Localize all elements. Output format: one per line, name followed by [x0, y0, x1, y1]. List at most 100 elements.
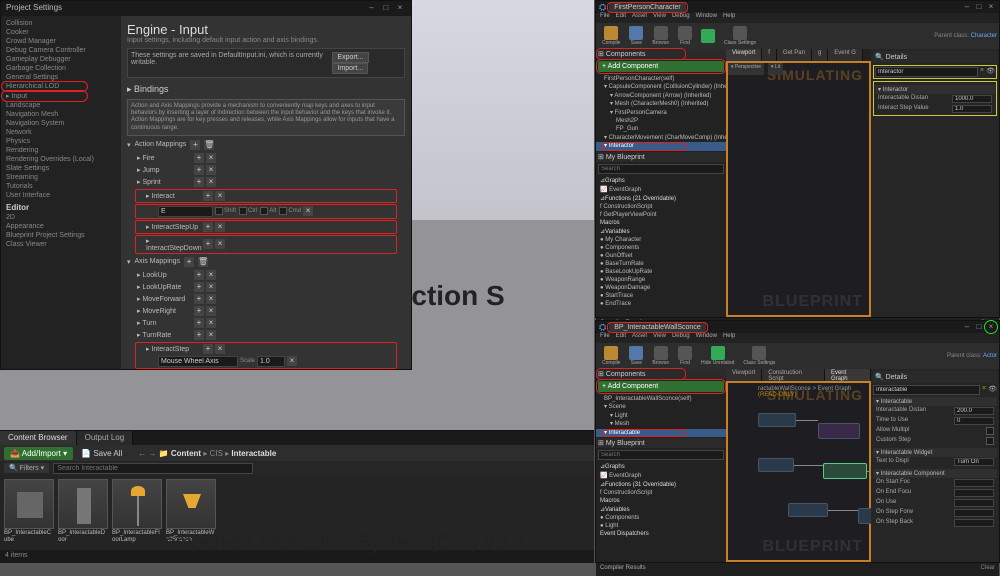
action-name[interactable]: ▸ InteractStepDown	[146, 237, 201, 252]
close-icon[interactable]: ×	[394, 3, 406, 12]
breadcrumb[interactable]: ← → 📁 Content ▸ CIS ▸ Interactable	[138, 449, 276, 458]
remove-icon[interactable]: ×	[206, 318, 216, 328]
graph-node[interactable]	[858, 508, 871, 524]
remove-icon[interactable]: ×	[206, 165, 216, 175]
axis-name[interactable]: ▸ Turn	[137, 319, 192, 327]
export-button[interactable]: Export...	[332, 52, 368, 63]
add-component-button[interactable]: + Add Component	[598, 381, 724, 392]
myblueprint-item[interactable]: ● GunOffset	[596, 252, 726, 260]
add-key-icon[interactable]: +	[203, 344, 213, 354]
component-node[interactable]: ▾ Mesh (CharacterMesh0) (Inherited)	[596, 100, 726, 108]
myblueprint-item[interactable]: ● BaseLookUpRate	[596, 268, 726, 276]
add-key-icon[interactable]: +	[194, 165, 204, 175]
component-node[interactable]: ▾ CapsuleComponent (CollisionCylinder) (…	[596, 83, 726, 91]
close-icon[interactable]: ×	[986, 2, 996, 12]
trash-icon[interactable]: 🗑	[204, 140, 214, 150]
property-input[interactable]	[954, 407, 994, 415]
myblueprint-item[interactable]: ● My Character	[596, 236, 726, 244]
toolbar-class-settings[interactable]: Class Settings	[720, 25, 760, 47]
myblueprint-item[interactable]: ● WeaponDamage	[596, 284, 726, 292]
property-input[interactable]	[952, 95, 992, 103]
component-root[interactable]: FirstPersonCharacter(self)	[596, 75, 726, 83]
axis-name[interactable]: ▸ LookUp	[137, 271, 192, 279]
remove-icon[interactable]: ×	[206, 153, 216, 163]
asset-item[interactable]: BP_InteractableCube	[4, 479, 54, 543]
add-import-button[interactable]: 📥 Add/Import ▾	[4, 447, 73, 460]
viewport-tab[interactable]: Event G	[828, 49, 863, 61]
remove-icon[interactable]: ×	[215, 344, 225, 354]
remove-icon[interactable]: ×	[206, 306, 216, 316]
component-tree[interactable]: FirstPersonCharacter(self)▾ CapsuleCompo…	[596, 74, 726, 152]
sidebar-item-navigation-system[interactable]: Navigation System	[4, 119, 118, 128]
add-key-icon[interactable]: +	[194, 153, 204, 163]
scale-input[interactable]	[257, 356, 285, 367]
component-node[interactable]: ▾ Interactor	[596, 142, 726, 150]
myblueprint-item[interactable]: ● EndTrace	[596, 300, 726, 308]
component-node[interactable]: ▾ Scene	[596, 403, 726, 411]
sidebar-item-appearance[interactable]: Appearance	[4, 222, 118, 231]
sidebar-item-garbage-collection[interactable]: Garbage Collection	[4, 64, 118, 73]
menu-view[interactable]: View	[653, 13, 666, 23]
menu-bar[interactable]: FileEditAssetViewDebugWindowHelp	[596, 13, 999, 23]
viewport-tab[interactable]: f	[762, 49, 777, 61]
myblueprint-item[interactable]: 📈 EventGraph	[596, 471, 726, 480]
clear-search-icon[interactable]: ×	[980, 67, 984, 77]
toolbar-compile[interactable]: Compile	[598, 345, 624, 367]
myblueprint-item[interactable]: ● Components	[596, 244, 726, 252]
component-tree[interactable]: BP_InteractableWallSconce(self)▾ Scene▾ …	[596, 394, 726, 438]
details-options-icon[interactable]: 👁	[988, 385, 997, 395]
sidebar-item-2d[interactable]: 2D	[4, 213, 118, 222]
modifier-checkbox[interactable]	[260, 207, 268, 215]
toolbar-class-settings[interactable]: Class Settings	[739, 345, 779, 367]
remove-icon[interactable]: ×	[303, 206, 313, 216]
action-name[interactable]: ▸ Fire	[137, 154, 192, 162]
menu-file[interactable]: File	[600, 333, 610, 343]
sidebar-item-landscape[interactable]: Landscape	[4, 101, 118, 110]
viewport-tab[interactable]: Viewport	[726, 369, 762, 381]
maximize-icon[interactable]: □	[974, 2, 984, 12]
parent-class-link[interactable]: Character	[971, 33, 997, 39]
myblueprint-item[interactable]: Macros	[596, 219, 726, 227]
viewport-tab[interactable]: Construction Script	[762, 369, 825, 381]
myblueprint-item[interactable]: ● WeaponRange	[596, 276, 726, 284]
property-checkbox[interactable]	[986, 437, 994, 445]
axis-name[interactable]: ▸ MoveForward	[137, 295, 192, 303]
property-input[interactable]	[954, 479, 994, 487]
component-node[interactable]: ▾ CharacterMovement (CharMoveComp) (Inhe…	[596, 134, 726, 142]
viewport-tab[interactable]: g	[812, 49, 828, 61]
sidebar-item-rendering[interactable]: Rendering	[4, 146, 118, 155]
myblueprint-item[interactable]: ● StartTrace	[596, 292, 726, 300]
menu-window[interactable]: Window	[696, 333, 717, 343]
viewport-perspective-button[interactable]: ▾ Perspective	[728, 63, 764, 75]
viewport-tab[interactable]: Viewport	[726, 49, 762, 61]
myblueprint-item[interactable]: ● Light	[596, 522, 726, 530]
blueprint-viewport[interactable]: ViewportfGet PangEvent G ▾ Perspective▾ …	[726, 49, 871, 317]
menu-edit[interactable]: Edit	[616, 333, 626, 343]
graph-nodes[interactable]	[748, 403, 849, 540]
property-input[interactable]	[954, 509, 994, 517]
menu-edit[interactable]: Edit	[616, 13, 626, 23]
sidebar-item-hierarchical-lod[interactable]: Hierarchical LOD	[4, 82, 118, 91]
myblueprint-item[interactable]: 📈 EventGraph	[596, 185, 726, 194]
myblueprint-item[interactable]: ⊿Variables	[596, 505, 726, 514]
add-action-icon[interactable]: +	[190, 140, 200, 150]
clear-search-icon[interactable]: ×	[982, 385, 986, 395]
add-key-icon[interactable]: +	[203, 239, 213, 249]
graph-node[interactable]	[788, 503, 828, 517]
clear-button[interactable]: Clear	[981, 565, 995, 574]
toolbar-hide-unrelated[interactable]: Hide Unrelated	[697, 345, 738, 367]
component-node[interactable]: ▾ FirstPersonCamera	[596, 109, 726, 117]
details-category[interactable]: ▾ Interactable Widget	[873, 448, 997, 457]
component-node[interactable]: ▾ Mesh	[596, 420, 726, 428]
minimize-icon[interactable]: –	[366, 3, 378, 12]
toolbar-find[interactable]: Find	[674, 345, 696, 367]
filters-button[interactable]: 🔍 Filters ▾	[4, 463, 49, 473]
remove-icon[interactable]: ×	[206, 294, 216, 304]
toolbar-compile[interactable]: Compile	[598, 25, 624, 47]
menu-help[interactable]: Help	[723, 13, 735, 23]
component-node[interactable]: ▾ Light	[596, 412, 726, 420]
axis-mappings-header[interactable]: ▾ Axis Mappings + 🗑	[127, 255, 405, 269]
add-key-icon[interactable]: +	[194, 177, 204, 187]
close-icon[interactable]: ×	[986, 322, 996, 332]
sidebar-item-cooker[interactable]: Cooker	[4, 28, 118, 37]
